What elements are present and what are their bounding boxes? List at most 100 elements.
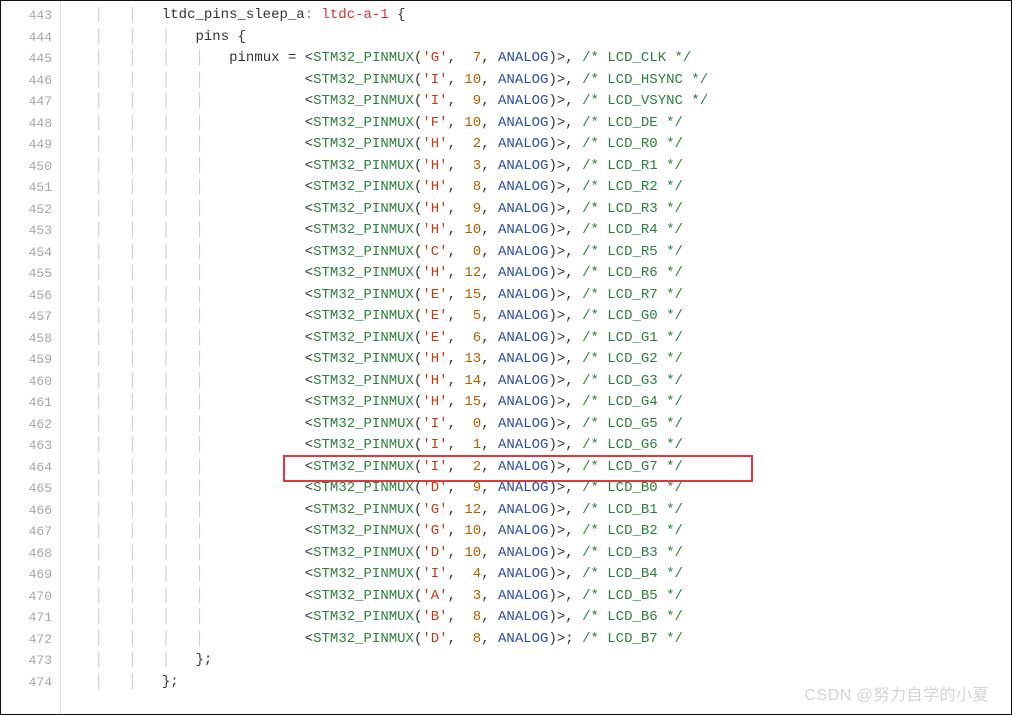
port: 'I' xyxy=(422,566,447,582)
port: 'E' xyxy=(422,308,447,324)
macro-name: STM32_PINMUX xyxy=(313,287,414,303)
macro-name: STM32_PINMUX xyxy=(313,115,414,131)
pin: 2 xyxy=(464,136,481,152)
line-number: 466 xyxy=(1,500,52,522)
port: 'H' xyxy=(422,394,447,410)
pinmux-row: │ │ │ │ <STM32_PINMUX('E', 6, ANALOG)>, … xyxy=(61,328,1011,350)
line-number: 450 xyxy=(1,156,52,178)
macro-name: STM32_PINMUX xyxy=(313,265,414,281)
line-number: 459 xyxy=(1,349,52,371)
pin: 12 xyxy=(464,502,481,518)
pinmux-row: │ │ │ │ <STM32_PINMUX('H', 8, ANALOG)>, … xyxy=(61,177,1011,199)
comment: /* LCD_DE */ xyxy=(582,115,683,131)
port: 'F' xyxy=(422,115,447,131)
pin: 8 xyxy=(464,179,481,195)
mode: ANALOG xyxy=(498,631,548,647)
macro-name: STM32_PINMUX xyxy=(313,93,414,109)
macro-name: STM32_PINMUX xyxy=(313,179,414,195)
macro-name: STM32_PINMUX xyxy=(313,72,414,88)
line-number: 458 xyxy=(1,328,52,350)
node-open: │ │ ltdc_pins_sleep_a: ltdc-a-1 { xyxy=(61,5,1011,27)
pin: 15 xyxy=(464,394,481,410)
comment: /* LCD_CLK */ xyxy=(582,50,691,66)
pinmux-row: │ │ │ │ <STM32_PINMUX('H', 3, ANALOG)>, … xyxy=(61,156,1011,178)
pin: 0 xyxy=(464,244,481,260)
line-number-gutter: 4434444454464474484494504514524534544554… xyxy=(1,1,61,714)
mode: ANALOG xyxy=(498,265,548,281)
pinmux-keyword: pinmux xyxy=(229,50,279,66)
port: 'I' xyxy=(422,459,447,475)
line-number: 462 xyxy=(1,414,52,436)
node-name: ltdc-a-1 xyxy=(322,7,389,23)
line-number: 474 xyxy=(1,672,52,694)
comment: /* LCD_R4 */ xyxy=(582,222,683,238)
line-number: 454 xyxy=(1,242,52,264)
macro-name: STM32_PINMUX xyxy=(313,609,414,625)
pinmux-row: │ │ │ │ <STM32_PINMUX('I', 1, ANALOG)>, … xyxy=(61,435,1011,457)
comment: /* LCD_G3 */ xyxy=(582,373,683,389)
line-number: 473 xyxy=(1,650,52,672)
port: 'D' xyxy=(422,545,447,561)
line-number: 453 xyxy=(1,220,52,242)
comment: /* LCD_R3 */ xyxy=(582,201,683,217)
mode: ANALOG xyxy=(498,437,548,453)
mode: ANALOG xyxy=(498,158,548,174)
mode: ANALOG xyxy=(498,480,548,496)
comment: /* LCD_R6 */ xyxy=(582,265,683,281)
port: 'D' xyxy=(422,631,447,647)
mode: ANALOG xyxy=(498,136,548,152)
comment: /* LCD_B4 */ xyxy=(582,566,683,582)
comment: /* LCD_G0 */ xyxy=(582,308,683,324)
close-pins: }; xyxy=(195,652,212,668)
port: 'E' xyxy=(422,330,447,346)
macro-name: STM32_PINMUX xyxy=(313,480,414,496)
macro-name: STM32_PINMUX xyxy=(313,136,414,152)
port: 'A' xyxy=(422,588,447,604)
line-number: 461 xyxy=(1,392,52,414)
mode: ANALOG xyxy=(498,459,548,475)
line-number: 447 xyxy=(1,91,52,113)
comment: /* LCD_R0 */ xyxy=(582,136,683,152)
port: 'H' xyxy=(422,373,447,389)
mode: ANALOG xyxy=(498,72,548,88)
port: 'I' xyxy=(422,416,447,432)
line-number: 449 xyxy=(1,134,52,156)
macro-name: STM32_PINMUX xyxy=(313,437,414,453)
line-number: 468 xyxy=(1,543,52,565)
pinmux-row: │ │ │ │ <STM32_PINMUX('B', 8, ANALOG)>, … xyxy=(61,607,1011,629)
line-number: 444 xyxy=(1,27,52,49)
line-number: 446 xyxy=(1,70,52,92)
pin: 12 xyxy=(464,265,481,281)
mode: ANALOG xyxy=(498,179,548,195)
close-node: }; xyxy=(162,674,179,690)
line-number: 460 xyxy=(1,371,52,393)
comment: /* LCD_R2 */ xyxy=(582,179,683,195)
comment: /* LCD_B0 */ xyxy=(582,480,683,496)
mode: ANALOG xyxy=(498,523,548,539)
mode: ANALOG xyxy=(498,373,548,389)
mode: ANALOG xyxy=(498,244,548,260)
pinmux-row: │ │ │ │ <STM32_PINMUX('I', 4, ANALOG)>, … xyxy=(61,564,1011,586)
pinmux-row: │ │ │ │ <STM32_PINMUX('H', 15, ANALOG)>,… xyxy=(61,392,1011,414)
port: 'H' xyxy=(422,179,447,195)
code-area: │ │ ltdc_pins_sleep_a: ltdc-a-1 { │ │ │ … xyxy=(61,1,1011,714)
comment: /* LCD_B2 */ xyxy=(582,523,683,539)
macro-name: STM32_PINMUX xyxy=(313,351,414,367)
port: 'I' xyxy=(422,93,447,109)
watermark: CSDN @努力自学的小夏 xyxy=(804,685,989,707)
macro-name: STM32_PINMUX xyxy=(313,416,414,432)
comment: /* LCD_VSYNC */ xyxy=(582,93,708,109)
macro-name: STM32_PINMUX xyxy=(313,201,414,217)
macro-name: STM32_PINMUX xyxy=(313,158,414,174)
pins-close: │ │ │ }; xyxy=(61,650,1011,672)
comment: /* LCD_G4 */ xyxy=(582,394,683,410)
line-number: 455 xyxy=(1,263,52,285)
line-number: 452 xyxy=(1,199,52,221)
pin: 9 xyxy=(464,480,481,496)
port: 'H' xyxy=(422,351,447,367)
comment: /* LCD_B7 */ xyxy=(582,631,683,647)
line-number: 464 xyxy=(1,457,52,479)
comment: /* LCD_R5 */ xyxy=(582,244,683,260)
line-number: 470 xyxy=(1,586,52,608)
macro-name: STM32_PINMUX xyxy=(313,459,414,475)
